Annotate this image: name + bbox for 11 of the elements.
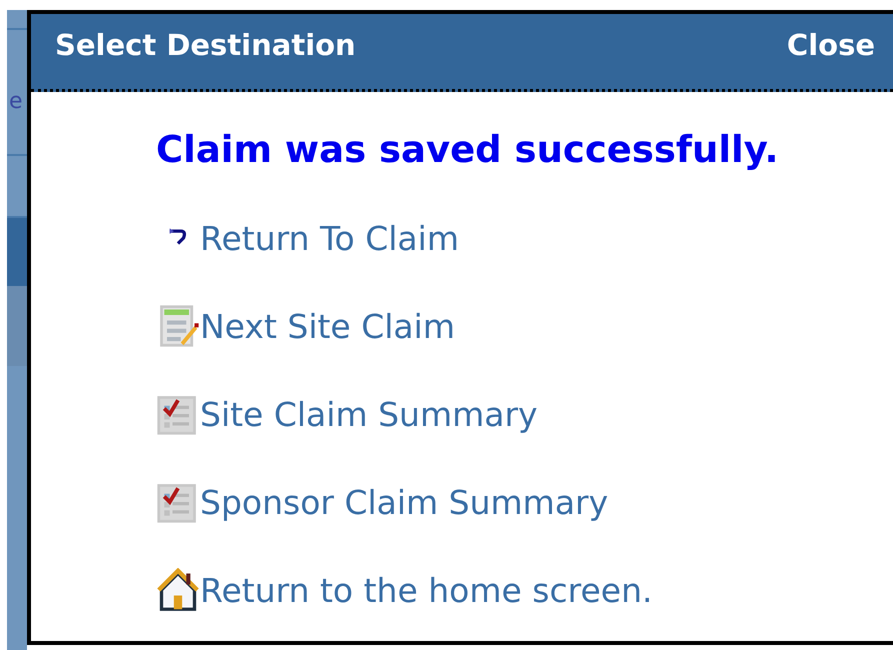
highlighted-row <box>7 218 27 286</box>
destination-link[interactable]: Site Claim Summary <box>200 394 538 434</box>
house-icon[interactable] <box>156 568 200 612</box>
destination-link[interactable]: Return to the home screen. <box>200 570 652 610</box>
success-message: Claim was saved successfully. <box>156 127 780 173</box>
destination-link[interactable]: Sponsor Claim Summary <box>200 482 608 522</box>
destination-link[interactable]: Return To Claim <box>200 218 459 258</box>
dialog-title: Select Destination <box>55 28 356 62</box>
destination-link[interactable]: Next Site Claim <box>200 306 455 346</box>
background-text: e <box>9 89 23 115</box>
close-link[interactable]: Close <box>786 28 875 62</box>
